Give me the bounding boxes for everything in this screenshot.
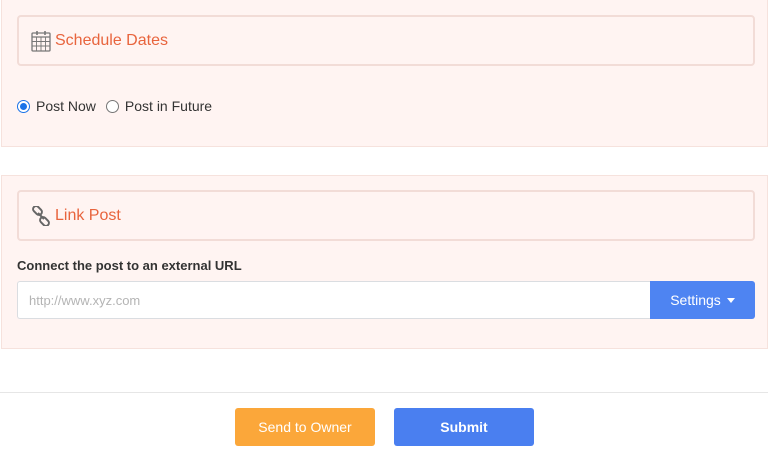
calendar-icon xyxy=(31,30,51,52)
submit-button[interactable]: Submit xyxy=(394,408,534,446)
post-now-label[interactable]: Post Now xyxy=(36,98,96,114)
post-future-radio[interactable] xyxy=(105,99,119,113)
schedule-header: Schedule Dates xyxy=(17,15,755,66)
post-future-label[interactable]: Post in Future xyxy=(125,98,212,114)
settings-dropdown-button[interactable]: Settings xyxy=(650,281,755,319)
caret-down-icon xyxy=(726,297,735,303)
link-title: Link Post xyxy=(55,206,121,224)
url-input-group: Settings xyxy=(17,281,755,319)
footer-divider xyxy=(0,392,768,393)
external-url-input[interactable] xyxy=(17,281,650,319)
post-now-radio[interactable] xyxy=(17,99,30,113)
schedule-title: Schedule Dates xyxy=(55,31,168,49)
send-to-owner-button[interactable]: Send to Owner xyxy=(235,408,375,446)
schedule-options: Post Now Post in Future xyxy=(17,98,222,114)
link-header: Link Post xyxy=(17,190,755,241)
settings-label: Settings xyxy=(670,292,721,308)
link-icon xyxy=(31,205,51,226)
schedule-panel: Schedule Dates Post Now Post in Future xyxy=(1,0,768,147)
url-field-label: Connect the post to an external URL xyxy=(17,258,242,273)
link-panel: Link Post Connect the post to an externa… xyxy=(1,175,768,349)
